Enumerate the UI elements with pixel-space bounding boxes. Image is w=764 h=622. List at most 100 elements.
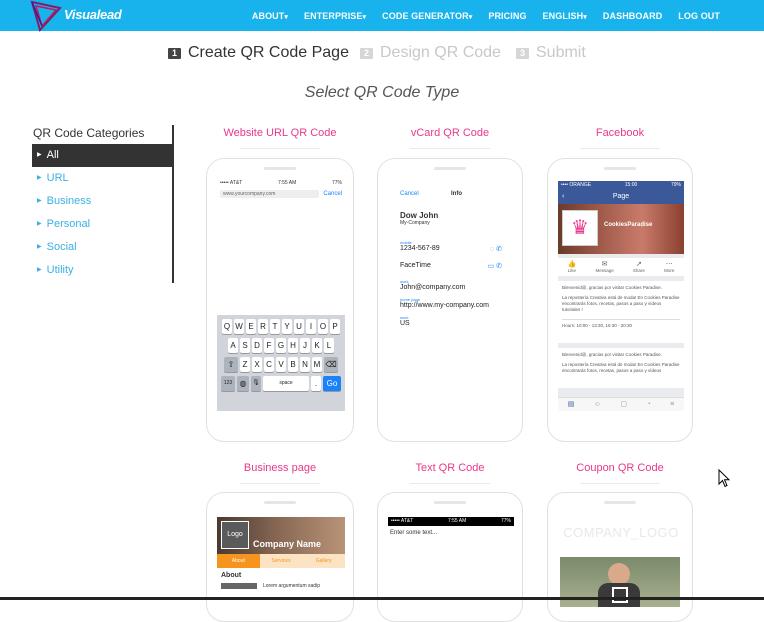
coupon-preview[interactable]: COMPANY_LOGO [547,492,693,622]
key-r: R [258,319,268,334]
business-tab-about: About [217,554,260,568]
title-divider [580,148,660,149]
address-value: US [400,320,410,327]
category-business[interactable]: ▶ Business [32,190,172,213]
key-v: V [276,357,286,372]
category-label: All [46,149,59,161]
message-phone-icon: ◌ ✆ [490,246,502,253]
category-social[interactable]: ▶ Social [32,236,172,259]
nav-item-about[interactable]: ABOUT▾ [244,11,296,21]
step-number: 1 [168,47,181,59]
category-utility[interactable]: ▶ Utility [32,259,172,282]
nav-item-log-out[interactable]: LOG OUT [670,11,728,21]
key-t: T [270,319,280,334]
title-divider [580,483,660,484]
key-k: K [312,338,322,353]
text-placeholder: Enter some text... [390,530,438,536]
person-face [608,563,630,585]
contact-name: Dow John [400,211,439,220]
facebook-preview[interactable]: •••• ORANGE 15:00 79% ‹ Page ♛ CookiesPa… [547,158,693,442]
key-p: P [330,319,340,334]
key-w: W [234,319,244,334]
message-icon: ✉ [601,261,608,268]
category-label: Utility [46,264,74,276]
globe-key-icon: ◍ [237,376,249,391]
page-header: Page [612,193,630,200]
title-divider [240,483,320,484]
category-label: Business [46,195,92,207]
key-s: S [240,338,250,353]
caret-right-icon: ▶ [37,267,42,273]
category-personal[interactable]: ▶ Personal [32,213,172,236]
title-divider [240,148,320,149]
nav-item-dashboard[interactable]: DASHBOARD [595,11,670,21]
step-label: Design QR Code [380,44,501,61]
category-all[interactable]: ▶ All [32,144,172,167]
status-time: 15:00 [624,182,638,188]
business-page-preview[interactable]: Logo Company Name About Services Gallery A… [206,492,354,622]
vcard-preview[interactable]: Cancel Info Dow John My-Company mobile 1… [377,158,523,442]
caret-down-icon: ▾ [583,13,587,21]
card-title-business-page[interactable]: Business page [200,462,360,474]
caret-right-icon: ▶ [37,244,42,250]
nav-label: ABOUT [251,10,285,21]
text-qr-preview[interactable]: ••••• AT&T 7:55 AM 77% Enter some text..… [377,492,523,622]
nav-item-english[interactable]: ENGLISH▾ [535,11,595,21]
status-battery: 79% [670,182,681,188]
card-title-coupon[interactable]: Coupon QR Code [540,462,700,474]
key-l: L [324,338,334,353]
nav-label: LOG OUT [678,10,720,21]
nav-item-enterprise[interactable]: ENTERPRISE▾ [296,11,374,21]
status-time: 7:55 AM [277,180,297,186]
caret-right-icon: ▶ [37,152,42,158]
back-chevron-icon: ‹ [562,193,565,200]
status-time: 7:55 AM [447,518,467,524]
caret-down-icon: ▾ [284,13,288,21]
wizard-steps: 1 Create QR Code Page 2 Design QR Code 3… [0,44,764,66]
status-carrier: •••• ORANGE [561,182,592,188]
caret-right-icon: ▶ [37,175,42,181]
keyboard-row: 123 ◍ 🎙 space . Go [219,376,343,391]
category-url[interactable]: ▶ URL [32,167,172,190]
status-carrier: ••••• AT&T [391,518,414,524]
key-n: N [300,357,310,372]
phone-screen: COMPANY_LOGO [558,517,684,607]
card-title-text[interactable]: Text QR Code [370,462,530,474]
fb-action-more: ⋯ More [664,260,674,276]
card-title-website-url[interactable]: Website URL QR Code [200,127,360,139]
step-label: Submit [536,44,586,61]
phone-speaker [604,167,636,170]
post-body: La repostería Creativa está de moda! En … [562,362,680,373]
messages-tab-icon: ▢ [620,401,628,408]
phone-screen: ••••• AT&T 7:55 AM 77% Enter some text..… [388,517,514,607]
backspace-key-icon: ⌫ [324,357,338,372]
nav-label: ENTERPRISE [304,10,363,21]
visualead-logo[interactable]: Visualead [24,0,122,32]
business-tab-gallery: Gallery [302,554,345,568]
business-tab-services: Services [259,554,303,568]
category-label: Personal [46,218,91,230]
card-title-facebook[interactable]: Facebook [540,127,700,139]
card-title-vcard[interactable]: vCard QR Code [370,127,530,139]
key-d: D [252,338,262,353]
step-design-qr-code: 2 Design QR Code [360,44,501,62]
logo-mark-icon [30,0,62,32]
phone-speaker [434,167,466,170]
caret-right-icon: ▶ [37,221,42,227]
email-value: John@company.com [400,284,466,291]
nav-item-pricing[interactable]: PRICING [480,11,534,21]
nav-item-code-generator[interactable]: CODE GENERATOR▾ [374,11,480,21]
status-bar: ••••• AT&T 7:55 AM 77% [217,179,345,188]
phone-speaker [264,167,296,170]
address-bar: www.yourcompany.com [220,190,320,198]
nav-menu: ABOUT▾ ENTERPRISE▾ CODE GENERATOR▾ PRICING E… [244,0,728,31]
phone-screen: •••• ORANGE 15:00 79% ‹ Page ♛ CookiesPa… [558,181,684,411]
action-label: Share [632,268,645,273]
title-divider [410,483,490,484]
key-f: F [264,338,274,353]
business-header: Logo Company Name [217,517,345,554]
category-label: Social [46,241,77,253]
action-label: Like [567,268,577,273]
mouse-cursor-icon [718,469,731,488]
website-url-preview[interactable]: ••••• AT&T 7:55 AM 77% www.yourcompany.c… [206,158,354,442]
